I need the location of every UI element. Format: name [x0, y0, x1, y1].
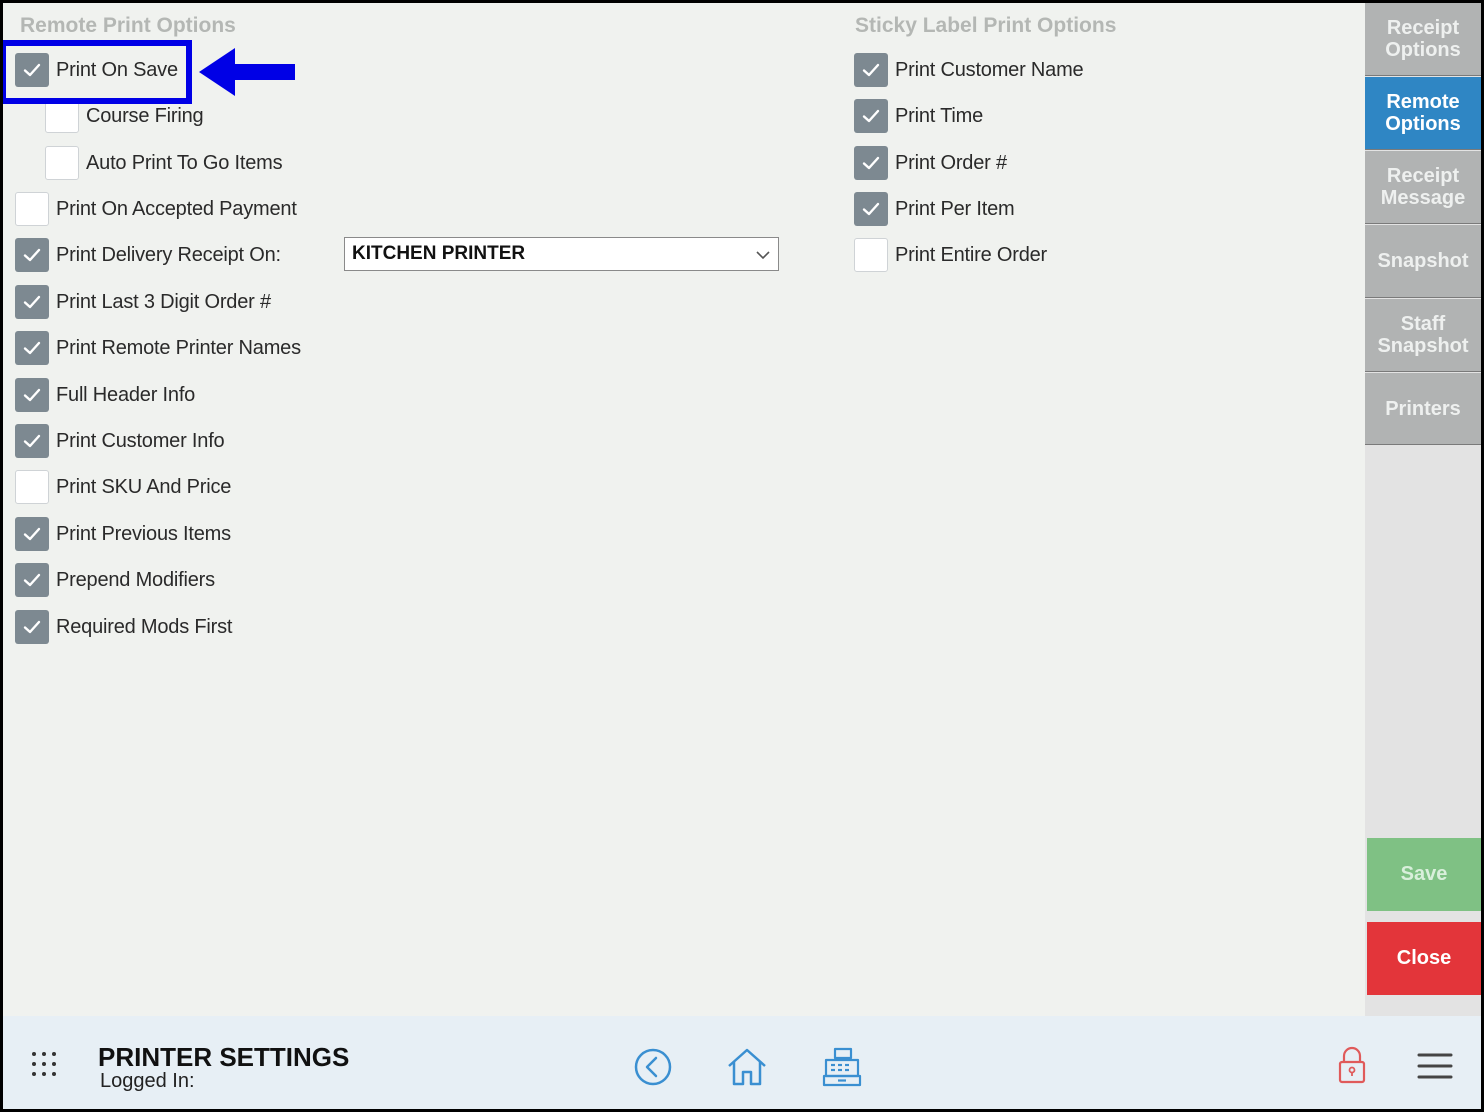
home-icon[interactable]: [725, 1046, 769, 1088]
option-label: Print Order #: [895, 151, 1007, 174]
delivery-printer-select[interactable]: KITCHEN PRINTER: [344, 237, 779, 271]
option-label: Print Customer Info: [56, 429, 225, 452]
option-full-header-info[interactable]: Full Header Info: [15, 377, 195, 413]
option-print-delivery-receipt-on[interactable]: Print Delivery Receipt On:: [15, 237, 281, 273]
chevron-down-icon: [756, 251, 770, 260]
option-print-last-3-digit-order[interactable]: Print Last 3 Digit Order #: [15, 284, 271, 320]
option-print-order[interactable]: Print Order #: [854, 145, 1007, 181]
page-title: PRINTER SETTINGS: [98, 1042, 350, 1072]
checkbox-checked[interactable]: [15, 285, 49, 319]
checkbox-unchecked[interactable]: [15, 192, 49, 226]
option-print-time[interactable]: Print Time: [854, 98, 983, 134]
app-window: Remote Print Options Sticky Label Print …: [3, 3, 1481, 1109]
checkmark-icon: [862, 109, 880, 123]
checkmark-icon: [862, 63, 880, 77]
footer-bar: PRINTER SETTINGS Logged In:: [3, 1016, 1481, 1109]
checkmark-icon: [23, 295, 41, 309]
option-label: Print On Save: [56, 58, 178, 81]
checkbox-checked[interactable]: [15, 563, 49, 597]
checkmark-icon: [23, 341, 41, 355]
tab-receipt-options[interactable]: Receipt Options: [1365, 3, 1481, 76]
checkbox-checked[interactable]: [854, 53, 888, 87]
checkbox-unchecked[interactable]: [15, 470, 49, 504]
close-button[interactable]: Close: [1367, 922, 1481, 995]
checkbox-checked[interactable]: [854, 146, 888, 180]
checkbox-unchecked[interactable]: [45, 99, 79, 133]
option-required-mods-first[interactable]: Required Mods First: [15, 609, 232, 645]
checkbox-checked[interactable]: [15, 53, 49, 87]
remote-print-options-title: Remote Print Options: [20, 14, 236, 37]
menu-icon[interactable]: [1417, 1052, 1453, 1080]
option-print-remote-printer-names[interactable]: Print Remote Printer Names: [15, 330, 301, 366]
option-course-firing[interactable]: Course Firing: [45, 98, 204, 134]
option-label: Print Entire Order: [895, 243, 1048, 266]
tab-staff-snapshot[interactable]: Staff Snapshot: [1365, 299, 1481, 372]
tab-printers[interactable]: Printers: [1365, 373, 1481, 445]
option-print-per-item[interactable]: Print Per Item: [854, 191, 1015, 227]
checkmark-icon: [23, 573, 41, 587]
checkmark-icon: [23, 63, 41, 77]
tab-receipt-message[interactable]: Receipt Message: [1365, 151, 1481, 224]
cash-register-icon[interactable]: [821, 1046, 863, 1088]
checkbox-checked[interactable]: [15, 610, 49, 644]
option-label: Print SKU And Price: [56, 475, 232, 498]
option-print-sku-and-price[interactable]: Print SKU And Price: [15, 469, 231, 505]
option-print-previous-items[interactable]: Print Previous Items: [15, 516, 231, 552]
checkbox-checked[interactable]: [854, 99, 888, 133]
option-print-customer-info[interactable]: Print Customer Info: [15, 423, 225, 459]
checkbox-checked[interactable]: [15, 238, 49, 272]
checkmark-icon: [23, 620, 41, 634]
option-label: Required Mods First: [56, 615, 233, 638]
option-print-entire-order[interactable]: Print Entire Order: [854, 237, 1047, 273]
checkbox-checked[interactable]: [15, 517, 49, 551]
arrow-left-icon: [199, 48, 295, 96]
save-button[interactable]: Save: [1367, 838, 1481, 911]
delivery-printer-value: KITCHEN PRINTER: [352, 243, 526, 264]
sticky-label-options-title: Sticky Label Print Options: [855, 14, 1117, 37]
option-auto-print-to-go-items[interactable]: Auto Print To Go Items: [45, 145, 283, 181]
option-label: Print Remote Printer Names: [56, 336, 301, 359]
main-panel: Remote Print Options Sticky Label Print …: [3, 3, 1365, 1016]
tab-remote-options[interactable]: Remote Options: [1365, 77, 1481, 150]
checkbox-checked[interactable]: [15, 331, 49, 365]
option-print-customer-name[interactable]: Print Customer Name: [854, 52, 1084, 88]
option-label: Print Customer Name: [895, 58, 1084, 81]
checkmark-icon: [23, 434, 41, 448]
option-label: Course Firing: [86, 104, 204, 127]
option-label: Print Delivery Receipt On:: [56, 243, 281, 266]
option-label: Print Previous Items: [56, 522, 231, 545]
logged-in-label: Logged In:: [100, 1070, 195, 1092]
option-prepend-modifiers[interactable]: Prepend Modifiers: [15, 562, 215, 598]
option-label: Prepend Modifiers: [56, 568, 215, 591]
option-print-on-save[interactable]: Print On Save: [15, 52, 178, 88]
checkmark-icon: [23, 388, 41, 402]
checkbox-unchecked[interactable]: [854, 238, 888, 272]
option-print-on-accepted-payment[interactable]: Print On Accepted Payment: [15, 191, 297, 227]
checkbox-checked[interactable]: [854, 192, 888, 226]
option-label: Print Last 3 Digit Order #: [56, 290, 271, 313]
checkmark-icon: [23, 527, 41, 541]
option-label: Print Per Item: [895, 197, 1015, 220]
tab-snapshot[interactable]: Snapshot: [1365, 225, 1481, 298]
checkbox-checked[interactable]: [15, 424, 49, 458]
lock-icon[interactable]: [1336, 1045, 1368, 1085]
option-label: Print On Accepted Payment: [56, 197, 297, 220]
back-icon[interactable]: [633, 1047, 673, 1087]
checkbox-checked[interactable]: [15, 378, 49, 412]
checkmark-icon: [862, 156, 880, 170]
checkmark-icon: [23, 248, 41, 262]
checkmark-icon: [862, 202, 880, 216]
option-label: Full Header Info: [56, 383, 196, 406]
option-label: Print Time: [895, 104, 984, 127]
apps-grid-icon[interactable]: [29, 1049, 59, 1079]
option-label: Auto Print To Go Items: [86, 151, 283, 174]
checkbox-unchecked[interactable]: [45, 146, 79, 180]
